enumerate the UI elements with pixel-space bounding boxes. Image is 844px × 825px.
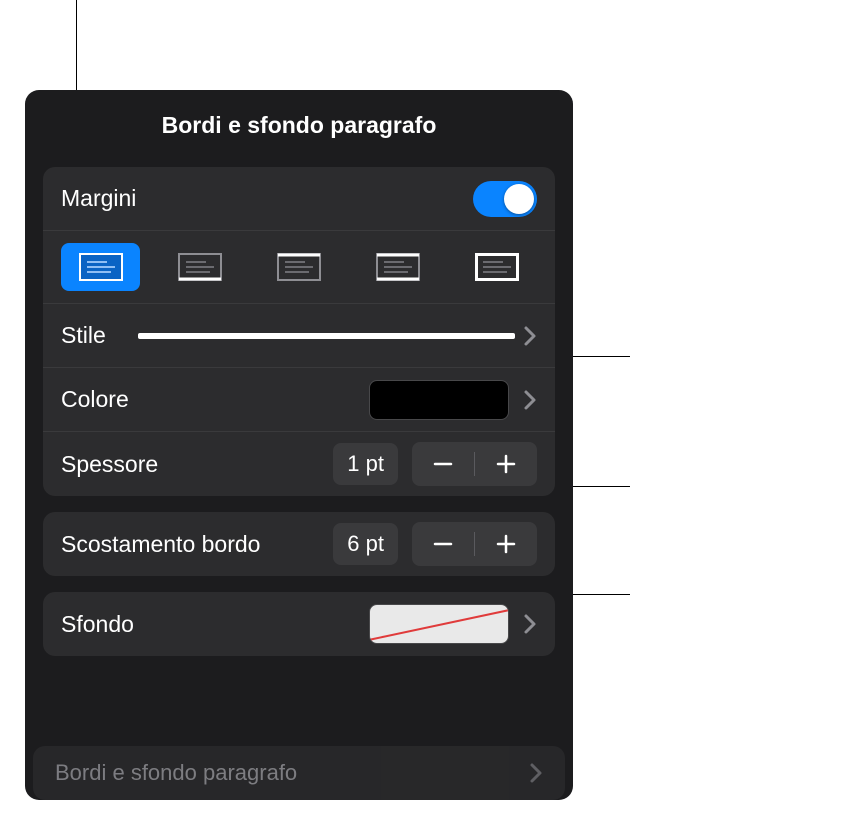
border-top-bottom-button[interactable]: [359, 243, 438, 291]
offset-value[interactable]: 6 pt: [333, 523, 398, 565]
thickness-stepper: [412, 442, 537, 486]
back-link-label: Bordi e sfondo paragrafo: [55, 760, 297, 786]
row-color[interactable]: Colore: [43, 368, 555, 432]
row-offset: Scostamento bordo 6 pt: [43, 512, 555, 576]
margins-toggle[interactable]: [473, 181, 537, 217]
border-position-segmented: [43, 231, 555, 304]
borders-background-panel: Bordi e sfondo paragrafo Margini: [25, 90, 573, 800]
offset-label: Scostamento bordo: [61, 531, 260, 558]
thickness-increment-button[interactable]: [475, 442, 537, 486]
border-all-button[interactable]: [458, 243, 537, 291]
group-offset: Scostamento bordo 6 pt: [43, 512, 555, 576]
chevron-right-icon: [523, 613, 537, 635]
thickness-value[interactable]: 1 pt: [333, 443, 398, 485]
group-background: Sfondo: [43, 592, 555, 656]
offset-increment-button[interactable]: [475, 522, 537, 566]
background-swatch-none[interactable]: [369, 604, 509, 644]
group-main: Margini: [43, 167, 555, 496]
background-label: Sfondo: [61, 611, 134, 638]
margins-label: Margini: [61, 185, 136, 212]
chevron-right-icon: [523, 325, 537, 347]
row-style[interactable]: Stile: [43, 304, 555, 368]
style-line-preview: [138, 333, 515, 339]
row-thickness: Spessore 1 pt: [43, 432, 555, 496]
row-margins: Margini: [43, 167, 555, 231]
callout-line: [76, 0, 77, 90]
offset-decrement-button[interactable]: [412, 522, 474, 566]
panel-title: Bordi e sfondo paragrafo: [25, 90, 573, 159]
border-bottom-button[interactable]: [160, 243, 239, 291]
color-swatch[interactable]: [369, 380, 509, 420]
thickness-decrement-button[interactable]: [412, 442, 474, 486]
border-top-button[interactable]: [259, 243, 338, 291]
border-none-button[interactable]: [61, 243, 140, 291]
color-label: Colore: [61, 386, 129, 413]
thickness-label: Spessore: [61, 451, 158, 478]
style-label: Stile: [61, 322, 106, 349]
offset-stepper: [412, 522, 537, 566]
toggle-knob: [504, 184, 534, 214]
chevron-right-icon: [529, 762, 543, 784]
chevron-right-icon: [523, 389, 537, 411]
back-link-row[interactable]: Bordi e sfondo paragrafo: [33, 746, 565, 800]
row-background[interactable]: Sfondo: [43, 592, 555, 656]
